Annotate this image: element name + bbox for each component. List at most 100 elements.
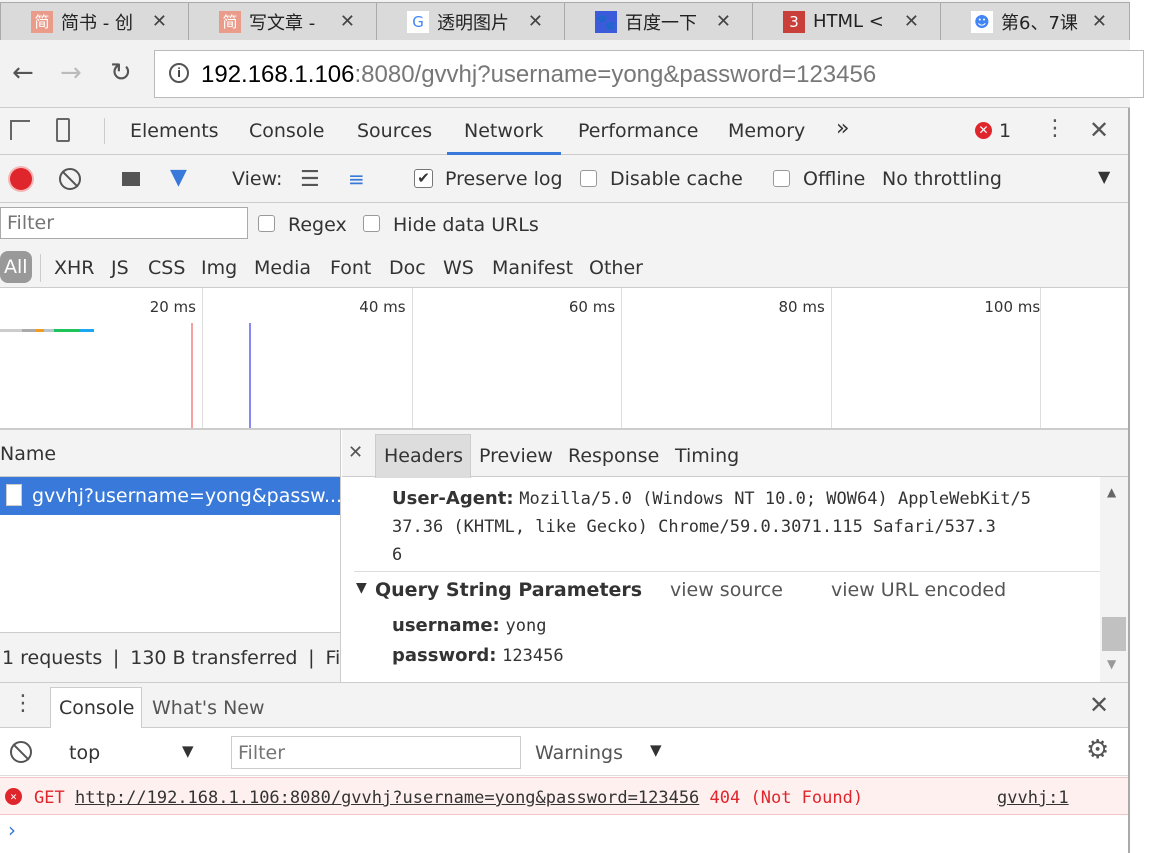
type-filter-all[interactable]: All [0,251,32,283]
baidu-paw-icon: 🐾 [595,10,617,33]
domcontentloaded-line [249,323,251,428]
disable-cache-label: Disable cache [610,168,743,190]
request-row[interactable]: gvvhj?username=yong&passw... [0,477,342,515]
offline-checkbox[interactable] [773,170,790,187]
type-filter-media[interactable]: Media [254,257,311,279]
capture-screenshots-icon[interactable] [122,172,140,186]
back-icon[interactable]: ← [12,58,34,88]
tab-console[interactable]: Console [249,120,324,142]
window-edge [1128,108,1130,853]
record-icon[interactable] [10,168,32,190]
type-filter-manifest[interactable]: Manifest [492,257,573,279]
reload-icon[interactable]: ↻ [110,58,132,88]
forward-icon[interactable]: → [60,58,82,88]
type-filter-font[interactable]: Font [330,257,371,279]
close-tab-icon[interactable]: ✕ [716,11,731,32]
close-devtools-icon[interactable]: ✕ [1089,116,1109,144]
drawer-menu-icon[interactable]: ⋮ [12,691,34,716]
type-filter-img[interactable]: Img [201,257,237,279]
close-tab-icon[interactable]: ✕ [152,11,167,32]
error-icon[interactable]: ✕ [975,122,992,139]
type-filter-xhr[interactable]: XHR [54,257,95,279]
context-select[interactable]: top [69,742,100,764]
tab-sources[interactable]: Sources [357,120,432,142]
detail-tab-response[interactable]: Response [568,445,659,467]
regex-checkbox[interactable] [258,215,275,232]
scrollbar[interactable]: ▲ ▼ [1100,477,1128,682]
ghost-icon: ☻ [971,10,993,33]
url-input[interactable]: i 192.168.1.106:8080/gvvhj?username=yong… [154,50,1144,98]
tab-network[interactable]: Network [464,120,543,142]
source-link[interactable]: gvvhj:1 [997,788,1069,808]
disable-cache-checkbox[interactable] [580,170,597,187]
settings-gear-icon[interactable]: ⚙ [1086,735,1109,765]
view-source-link[interactable]: view source [670,579,783,601]
browser-tab[interactable]: 3 HTML < ✕ [752,2,942,40]
type-filter-ws[interactable]: WS [443,257,474,279]
request-url-link[interactable]: http://192.168.1.106:8080/gvvhj?username… [75,788,699,808]
name-column-header[interactable]: Name [0,430,340,477]
throttling-select[interactable]: No throttling [882,168,1002,190]
drawer-tab-console[interactable]: Console [59,697,134,719]
type-filter-css[interactable]: CSS [148,257,185,279]
browser-tab[interactable]: 简写文章 - ✕ [188,2,378,40]
hide-data-urls-checkbox[interactable] [363,215,380,232]
console-filter-input[interactable] [231,736,521,769]
close-details-icon[interactable]: ✕ [348,442,363,463]
view-url-encoded-link[interactable]: view URL encoded [831,579,1006,601]
more-options-icon[interactable]: ⋮ [1044,116,1066,141]
query-string-section[interactable]: Query String Parameters [375,579,642,601]
triangle-down-icon[interactable]: ▼ [356,580,367,596]
tab-elements[interactable]: Elements [130,120,219,142]
detail-tab-preview[interactable]: Preview [479,445,553,467]
type-filter-js[interactable]: JS [111,257,129,279]
close-tab-icon[interactable]: ✕ [528,11,543,32]
tab-memory[interactable]: Memory [728,120,805,142]
clear-console-icon[interactable] [10,741,32,763]
clear-icon[interactable] [59,168,81,190]
type-filter-other[interactable]: Other [589,257,643,279]
close-tab-icon[interactable]: ✕ [340,11,355,32]
requests-pane: Name gvvhj?username=yong&passw... 1 requ… [0,430,342,682]
network-toolbar: ▼ View: ☰ ≡ ✔ Preserve log Disable cache… [0,155,1128,203]
browser-tab-strip: 简简书 - 创 ✕ 简写文章 - ✕ G 透明图片 ✕ 🐾 百度一下 ✕ 3 HTML < ✕ ☻ 第6、7… [0,0,1130,40]
browser-tab[interactable]: ☻ 第6、7课 ✕ [940,2,1130,40]
browser-tab[interactable]: 简简书 - 创 ✕ [0,2,190,40]
user-agent-header: User-Agent: Mozilla/5.0 (Windows NT 10.0… [392,485,1031,569]
close-tab-icon[interactable]: ✕ [904,11,919,32]
console-error-message: ✕ GET http://192.168.1.106:8080/gvvhj?us… [0,777,1128,815]
info-icon[interactable]: i [169,63,189,83]
close-drawer-icon[interactable]: ✕ [1089,691,1109,719]
error-count[interactable]: 1 [999,120,1011,142]
header-key: User-Agent: [392,488,514,509]
type-filter-doc[interactable]: Doc [389,257,426,279]
browser-tab[interactable]: 🐾 百度一下 ✕ [564,2,754,40]
preserve-log-checkbox[interactable]: ✔ [414,169,433,188]
chevron-down-icon[interactable]: ▼ [1098,167,1110,186]
param-key: username: [392,615,500,636]
status-code: 404 (Not Found) [709,788,864,808]
close-tab-icon[interactable]: ✕ [1092,11,1107,32]
filter-icon[interactable]: ▼ [170,165,187,190]
browser-tab[interactable]: G 透明图片 ✕ [376,2,566,40]
document-icon [6,484,22,506]
log-level-select[interactable]: Warnings [535,742,623,764]
detail-tab-headers[interactable]: Headers [384,445,463,467]
detail-tab-timing[interactable]: Timing [675,445,739,467]
drawer-tabbar: ⋮ Console What's New ✕ [0,682,1128,729]
drawer-tab-whats-new[interactable]: What's New [152,697,265,719]
filter-input[interactable] [0,207,248,239]
inspect-element-icon[interactable] [10,120,30,140]
chevron-down-icon[interactable]: ▼ [650,741,662,759]
more-tabs-icon[interactable]: » [836,116,849,141]
tab-performance[interactable]: Performance [578,120,698,142]
regex-label: Regex [288,214,347,236]
url-host: 192.168.1.106 [201,61,355,88]
large-rows-icon[interactable]: ☰ [300,167,320,192]
device-toolbar-icon[interactable] [56,118,70,142]
console-prompt-icon[interactable]: › [8,818,16,842]
devtools-toolbar: Elements Console Sources Network Performance… [0,108,1128,155]
chevron-down-icon[interactable]: ▼ [182,742,194,760]
google-icon: G [407,10,429,33]
waterfall-icon[interactable]: ≡ [348,167,365,191]
